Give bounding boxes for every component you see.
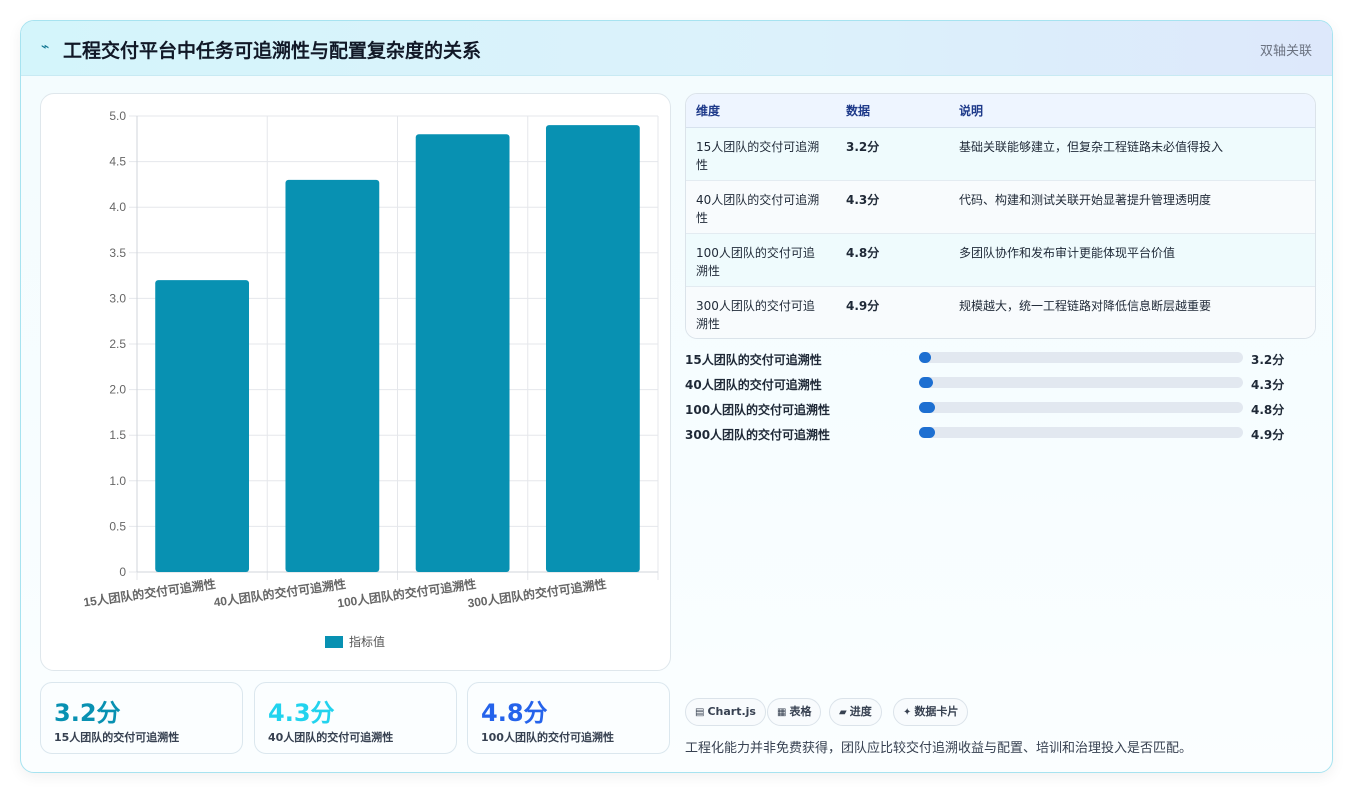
x-tick-label: 300人团队的交付可追溯性 <box>467 576 608 610</box>
progress-fill <box>919 427 935 438</box>
progress-track <box>919 377 1243 388</box>
y-tick-label: 3.5 <box>109 246 126 260</box>
stat-card: 4.8分 100人团队的交付可追溯性 <box>467 682 670 754</box>
table-row: 300人团队的交付可追溯性 4.9分 规模越大，统一工程链路对降低信息断层越重要 <box>686 286 1315 338</box>
bar <box>155 280 250 572</box>
x-tick-label: 40人团队的交付可追溯性 <box>213 576 347 609</box>
progress-row: 15人团队的交付可追溯性 3.2分 <box>685 349 1316 374</box>
cell-value: 4.9分 <box>846 298 880 313</box>
table-row: 100人团队的交付可追溯性 4.8分 多团队协作和发布审计更能体现平台价值 <box>686 233 1315 287</box>
cell-description: 多团队协作和发布审计更能体现平台价值 <box>949 233 1315 287</box>
cell-dimension: 100人团队的交付可追溯性 <box>686 233 836 287</box>
stat-value: 4.3分 <box>268 699 335 727</box>
y-tick-label: 5.0 <box>109 109 126 123</box>
chip-label: Chart.js <box>707 705 756 718</box>
cell-description: 基础关联能够建立，但复杂工程链路未必值得投入 <box>949 127 1315 181</box>
table-icon: ▦ <box>777 707 787 718</box>
bar <box>545 125 640 573</box>
progress-track <box>919 402 1243 413</box>
y-tick-label: 4.0 <box>109 200 126 214</box>
y-tick-label: 2.5 <box>109 337 126 351</box>
sparkle-icon: ✦ <box>903 707 912 718</box>
y-tick-label: 1.5 <box>109 428 126 442</box>
y-tick-label: 3.0 <box>109 291 126 305</box>
chip-progress[interactable]: ▰ 进度 <box>829 698 882 726</box>
progress-track <box>919 427 1243 438</box>
bar <box>415 134 510 573</box>
progress-label: 40人团队的交付可追溯性 <box>685 378 822 392</box>
bar <box>285 179 380 572</box>
progress-label: 15人团队的交付可追溯性 <box>685 353 822 367</box>
cell-value: 4.8分 <box>836 233 949 287</box>
progress-row: 300人团队的交付可追溯性 4.9分 <box>685 424 1316 449</box>
progress-value: 4.3分 <box>1251 378 1285 392</box>
column-header-description: 说明 <box>949 94 1315 128</box>
progress-list: 15人团队的交付可追溯性 3.2分 40人团队的交付可追溯性 4.3分 100人… <box>685 349 1316 449</box>
progress-row: 40人团队的交付可追溯性 4.3分 <box>685 374 1316 399</box>
cell-dimension: 40人团队的交付可追溯性 <box>686 180 836 234</box>
y-tick-label: 2.0 <box>109 383 126 397</box>
chip-label: 表格 <box>789 705 812 718</box>
bar-chart: 0 0.5 1.0 1.5 2.0 2.5 3.0 3.5 4.0 4.5 5.0 15人团队的交付可… <box>82 109 659 649</box>
progress-label: 100人团队的交付可追溯性 <box>685 403 831 417</box>
cell-value: 4.3分 <box>836 180 949 234</box>
pulse-icon: ⌁ <box>41 39 50 55</box>
chip-label: 数据卡片 <box>914 705 959 718</box>
y-tick-label: 0 <box>119 565 126 579</box>
progress-track <box>919 352 1243 363</box>
progress-icon: ▰ <box>839 707 847 718</box>
chip-data-cards[interactable]: ✦ 数据卡片 <box>893 698 969 726</box>
progress-value: 4.8分 <box>1251 403 1285 417</box>
table-row: 40人团队的交付可追溯性 4.3分 代码、构建和测试关联开始显著提升管理透明度 <box>686 180 1315 234</box>
progress-fill <box>919 377 933 388</box>
page-title: 工程交付平台中任务可追溯性与配置复杂度的关系 <box>63 40 482 62</box>
data-table: 维度 数据 说明 15人团队的交付可追溯性 3.2分 基础关联能够建立，但复杂工… <box>685 93 1316 339</box>
chip-chartjs[interactable]: ▤ Chart.js <box>685 698 766 726</box>
y-tick-label: 1.0 <box>109 474 126 488</box>
cell-value: 3.2分 <box>836 127 949 181</box>
card-header: ⌁ 工程交付平台中任务可追溯性与配置复杂度的关系 双轴关联 <box>21 21 1332 76</box>
table-header-row: 维度 数据 说明 <box>686 94 1315 128</box>
x-tick-label: 15人团队的交付可追溯性 <box>82 576 216 609</box>
chart-icon: ▤ <box>695 707 705 718</box>
column-header-data: 数据 <box>836 94 949 128</box>
progress-label: 300人团队的交付可追溯性 <box>685 428 831 442</box>
footer-note: 工程化能力并非免费获得，团队应比较交付追溯收益与配置、培训和治理投入是否匹配。 <box>685 741 1193 756</box>
cell-description: 代码、构建和测试关联开始显著提升管理透明度 <box>949 180 1315 234</box>
cell-dimension: 15人团队的交付可追溯性 <box>686 127 836 181</box>
stat-card: 4.3分 40人团队的交付可追溯性 <box>254 682 457 754</box>
cell-dimension: 300人团队的交付可追溯性 <box>696 298 815 331</box>
progress-fill <box>919 402 935 413</box>
y-tick-label: 4.5 <box>109 155 126 169</box>
stat-value: 3.2分 <box>54 699 121 727</box>
progress-value: 3.2分 <box>1251 353 1285 367</box>
stat-label: 40人团队的交付可追溯性 <box>268 731 394 744</box>
chip-label: 进度 <box>849 705 872 718</box>
cell-description: 规模越大，统一工程链路对降低信息断层越重要 <box>959 298 1212 313</box>
table-row: 15人团队的交付可追溯性 3.2分 基础关联能够建立，但复杂工程链路未必值得投入 <box>686 127 1315 181</box>
progress-row: 100人团队的交付可追溯性 4.8分 <box>685 399 1316 424</box>
header-tag: 双轴关联 <box>1259 44 1312 59</box>
legend-swatch <box>325 636 343 648</box>
stat-card: 3.2分 15人团队的交付可追溯性 <box>40 682 243 754</box>
stat-label: 15人团队的交付可追溯性 <box>54 731 180 744</box>
main-card: ⌁ 工程交付平台中任务可追溯性与配置复杂度的关系 双轴关联 0 0.5 1.0 1.5… <box>20 20 1333 773</box>
y-tick-label: 0.5 <box>109 519 126 533</box>
chip-table[interactable]: ▦ 表格 <box>767 698 822 726</box>
stat-value: 4.8分 <box>481 699 548 727</box>
legend-label: 指标值 <box>349 634 385 649</box>
bar-chart-panel: 0 0.5 1.0 1.5 2.0 2.5 3.0 3.5 4.0 4.5 5.0 15人团队的交付可… <box>40 93 671 671</box>
column-header-dimension: 维度 <box>686 94 836 128</box>
x-tick-label: 100人团队的交付可追溯性 <box>336 576 477 610</box>
progress-value: 4.9分 <box>1251 428 1285 442</box>
progress-fill <box>919 352 931 363</box>
stat-label: 100人团队的交付可追溯性 <box>481 731 614 744</box>
